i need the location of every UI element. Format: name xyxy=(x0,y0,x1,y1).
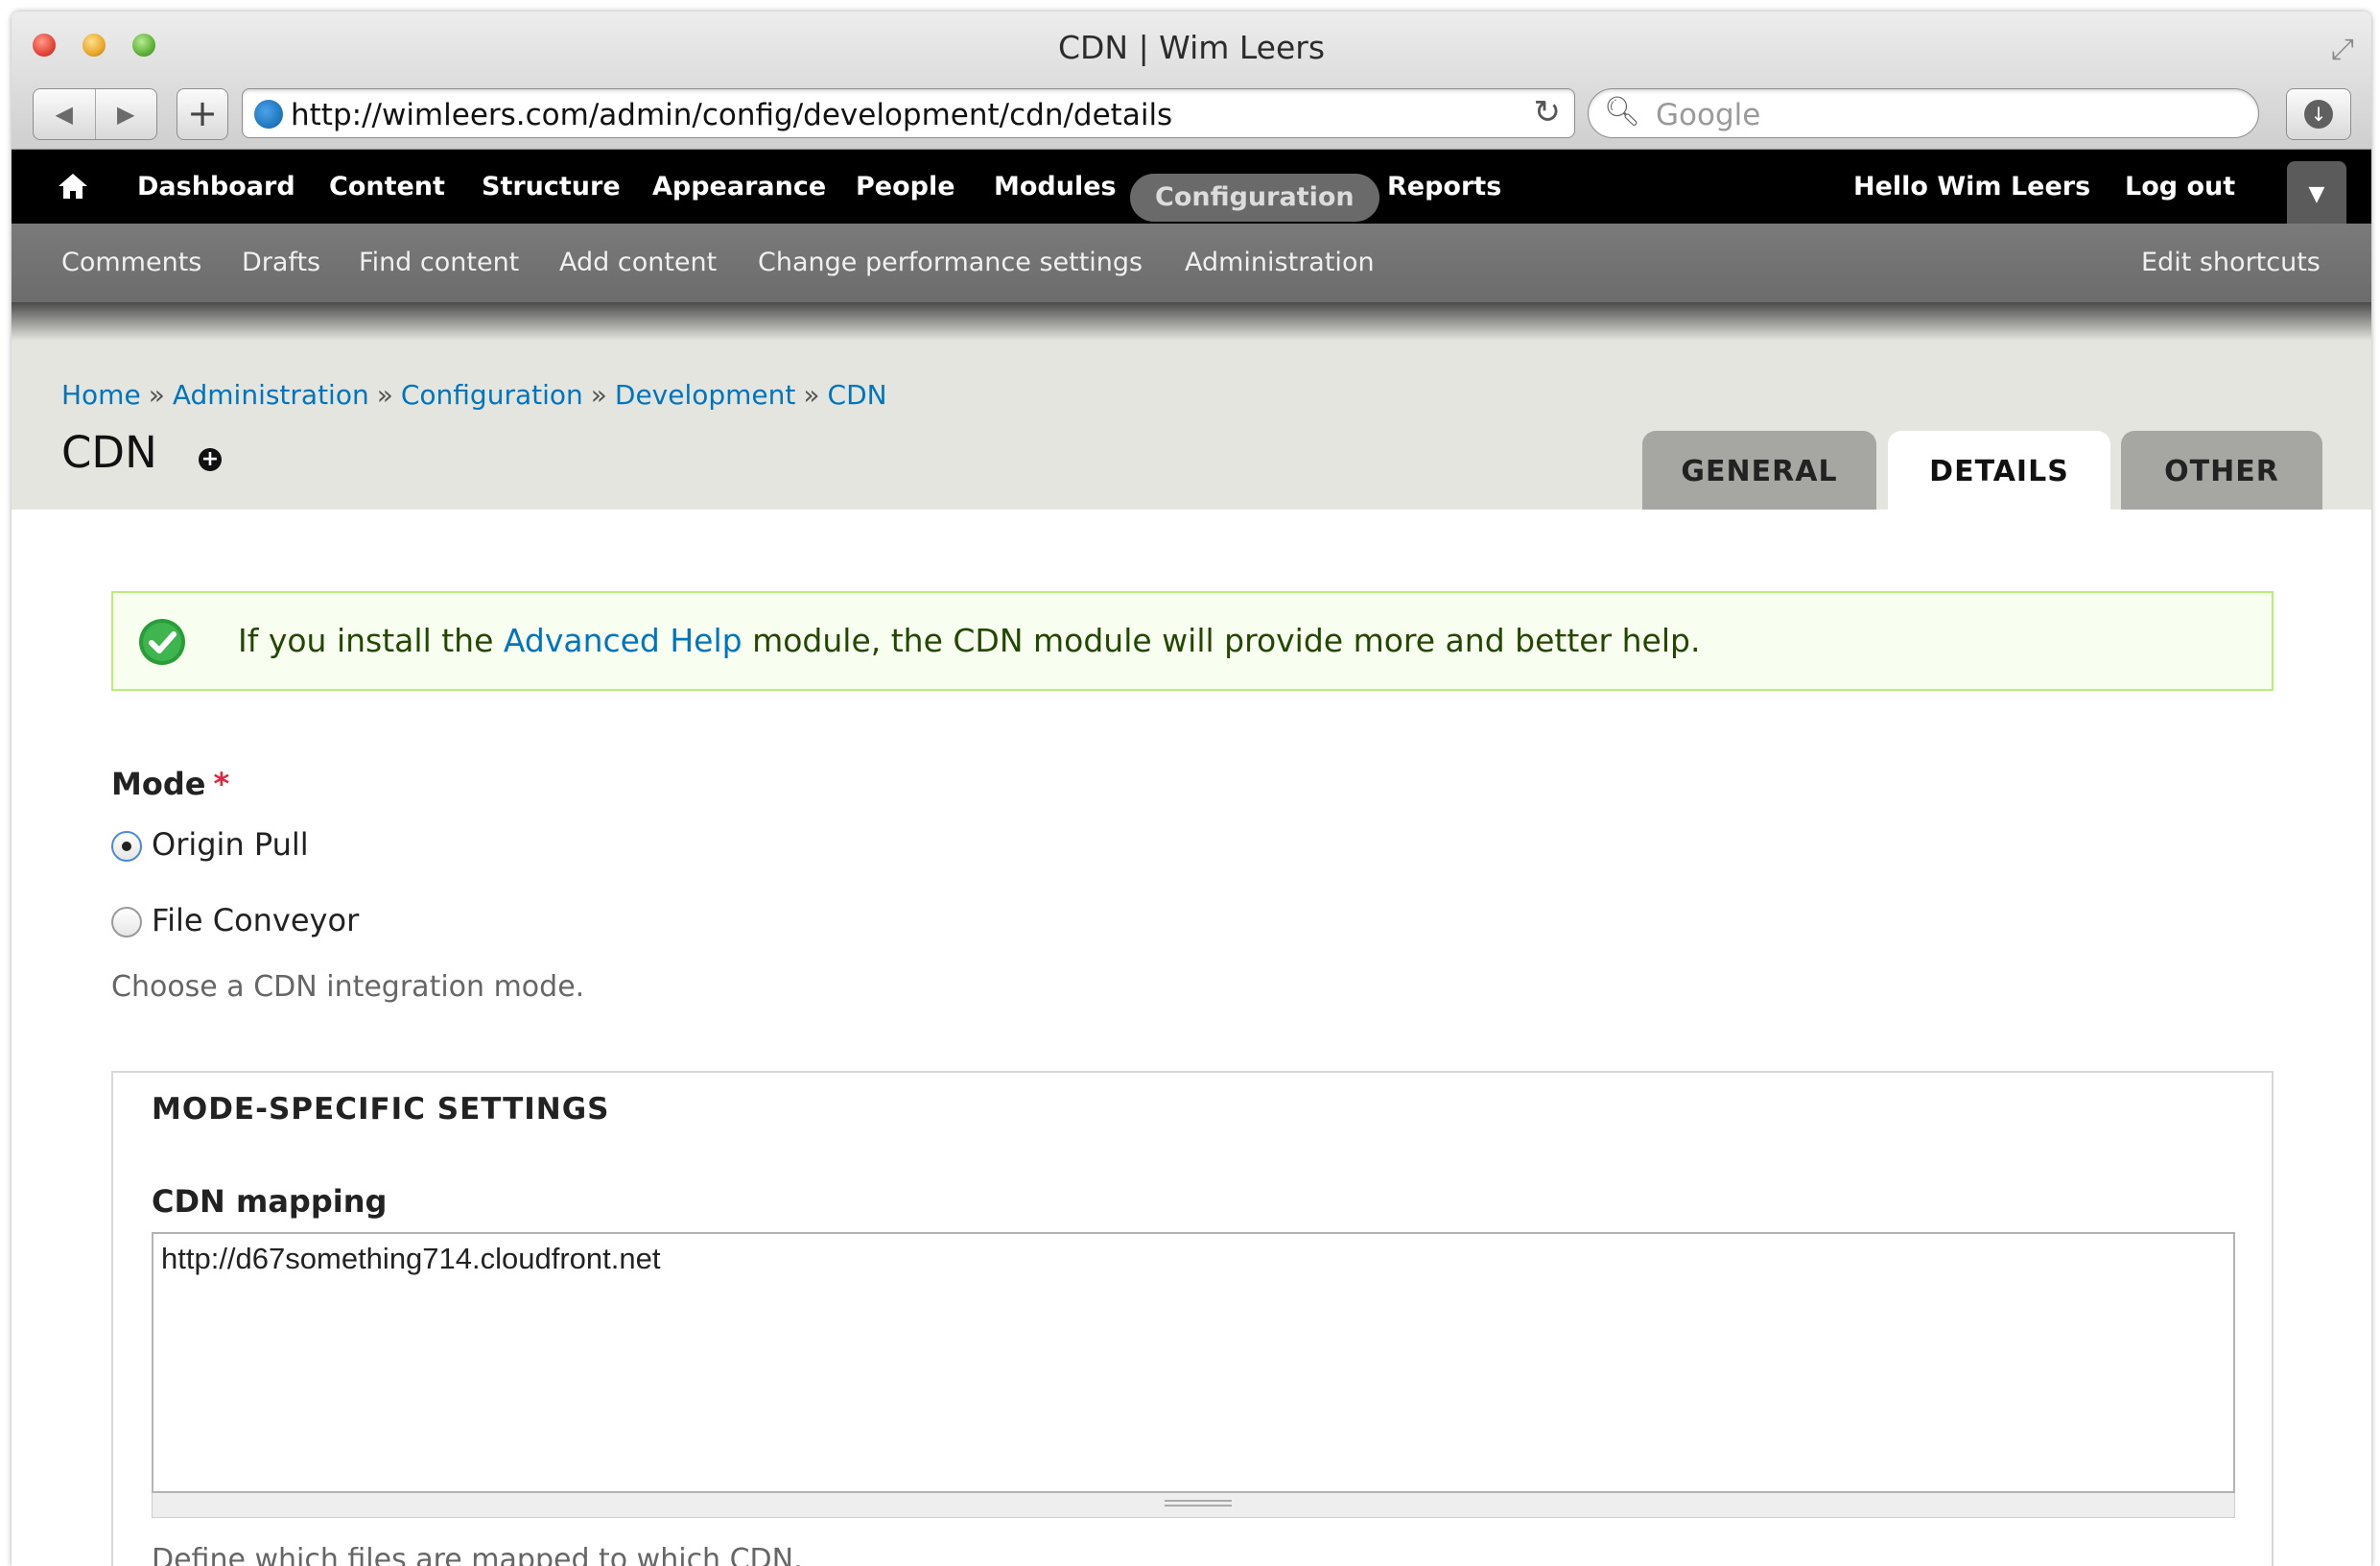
file-conveyor-radio[interactable] xyxy=(111,907,142,937)
cdn-mapping-description: Define which files are mapped to which C… xyxy=(152,1543,803,1566)
search-field[interactable]: 🔍︎ Google xyxy=(1588,88,2259,138)
main-content: If you install the Advanced Help module,… xyxy=(12,510,2371,1566)
edit-shortcuts-link[interactable]: Edit shortcuts xyxy=(2141,224,2321,302)
browser-chrome: CDN | Wim Leers ⤢ ◀ ▶ + http://wimleers.… xyxy=(12,12,2371,150)
advanced-help-link[interactable]: Advanced Help xyxy=(504,622,742,659)
breadcrumb-cdn[interactable]: CDN xyxy=(828,379,887,411)
toolbar-modules[interactable]: Modules xyxy=(994,150,1117,224)
admin-toolbar: Dashboard Content Structure Appearance P… xyxy=(12,150,2371,224)
toolbar-reports[interactable]: Reports xyxy=(1387,150,1501,224)
mode-specific-settings-fieldset: MODE-SPECIFIC SETTINGS CDN mapping http:… xyxy=(111,1071,2274,1566)
search-icon[interactable]: 🔍︎ xyxy=(1604,95,1640,129)
shortcut-find-content[interactable]: Find content xyxy=(359,224,519,302)
cdn-mapping-label: CDN mapping xyxy=(152,1183,388,1220)
url-text[interactable]: http://wimleers.com/admin/config/develop… xyxy=(291,98,1172,132)
search-placeholder: Google xyxy=(1656,98,1761,132)
origin-pull-radio[interactable] xyxy=(111,831,142,862)
window-title: CDN | Wim Leers xyxy=(1057,29,1326,66)
fullscreen-icon[interactable]: ⤢ xyxy=(2331,33,2354,66)
shortcut-administration[interactable]: Administration xyxy=(1185,224,1375,302)
forward-button[interactable]: ▶ xyxy=(96,89,157,139)
check-circle-icon xyxy=(139,619,185,665)
status-text: If you install the Advanced Help module,… xyxy=(238,622,1700,659)
toolbar-configuration[interactable]: Configuration xyxy=(1130,174,1379,222)
shortcut-comments[interactable]: Comments xyxy=(61,224,201,302)
toolbar-appearance[interactable]: Appearance xyxy=(652,150,826,224)
breadcrumb: Home» Administration» Configuration» Develo… xyxy=(61,379,887,411)
tab-general[interactable]: GENERAL xyxy=(1642,431,1876,510)
breadcrumb-configuration[interactable]: Configuration xyxy=(401,379,583,411)
toolbar-dashboard[interactable]: Dashboard xyxy=(137,150,295,224)
breadcrumb-separator: » xyxy=(376,379,393,411)
breadcrumb-separator: » xyxy=(803,379,820,411)
status-text-after: module, the CDN module will provide more… xyxy=(742,622,1701,659)
user-name-link[interactable]: Wim Leers xyxy=(1937,172,2090,202)
shortcut-add-content[interactable]: Add content xyxy=(559,224,717,302)
page-title: CDN xyxy=(61,427,157,478)
mode-description: Choose a CDN integration mode. xyxy=(111,970,585,1004)
reload-icon[interactable]: ↻ xyxy=(1534,93,1562,131)
fieldset-legend: MODE-SPECIFIC SETTINGS xyxy=(152,1092,610,1127)
shortcut-drafts[interactable]: Drafts xyxy=(242,224,320,302)
download-icon: ↓ xyxy=(2304,100,2333,129)
back-button[interactable]: ◀ xyxy=(34,89,96,139)
toolbar-drawer-toggle[interactable]: ▼ xyxy=(2287,161,2346,224)
mode-label-text: Mode xyxy=(111,766,206,802)
logout-link[interactable]: Log out xyxy=(2125,150,2235,224)
page-header: Home» Administration» Configuration» Develo… xyxy=(12,341,2371,510)
textarea-resize-grip[interactable] xyxy=(152,1493,2235,1518)
required-marker: * xyxy=(213,766,230,802)
toolbar-people[interactable]: People xyxy=(856,150,955,224)
new-tab-button[interactable]: + xyxy=(177,88,228,140)
breadcrumb-development[interactable]: Development xyxy=(615,379,796,411)
cdn-mapping-textarea[interactable]: http://d67something714.cloudfront.net xyxy=(152,1232,2235,1493)
back-forward-buttons: ◀ ▶ xyxy=(33,88,157,140)
address-bar[interactable]: http://wimleers.com/admin/config/develop… xyxy=(242,88,1575,138)
chevron-down-icon: ▼ xyxy=(2308,182,2325,206)
status-message: If you install the Advanced Help module,… xyxy=(111,591,2274,691)
tab-details[interactable]: DETAILS xyxy=(1888,431,2110,510)
add-shortcut-icon[interactable]: + xyxy=(199,448,222,471)
shortcut-performance[interactable]: Change performance settings xyxy=(758,224,1143,302)
toolbar-shadow xyxy=(12,302,2371,341)
tab-other[interactable]: OTHER xyxy=(2121,431,2322,510)
breadcrumb-home[interactable]: Home xyxy=(61,379,141,411)
breadcrumb-separator: » xyxy=(590,379,607,411)
breadcrumb-administration[interactable]: Administration xyxy=(173,379,369,411)
origin-pull-label[interactable]: Origin Pull xyxy=(152,826,309,863)
browser-window: CDN | Wim Leers ⤢ ◀ ▶ + http://wimleers.… xyxy=(12,12,2371,1566)
breadcrumb-separator: » xyxy=(148,379,165,411)
user-greeting: Hello Wim Leers xyxy=(1853,150,2090,224)
home-icon[interactable] xyxy=(54,167,92,205)
greeting-prefix: Hello xyxy=(1853,172,1938,202)
toolbar-structure[interactable]: Structure xyxy=(482,150,621,224)
toolbar-content[interactable]: Content xyxy=(329,150,445,224)
mode-label: Mode * xyxy=(111,766,229,802)
status-text-before: If you install the xyxy=(238,622,504,659)
shortcuts-bar: Comments Drafts Find content Add content… xyxy=(12,224,2371,302)
downloads-button[interactable]: ↓ xyxy=(2286,88,2351,140)
drupal-favicon-icon xyxy=(254,100,283,129)
file-conveyor-label[interactable]: File Conveyor xyxy=(152,902,359,938)
